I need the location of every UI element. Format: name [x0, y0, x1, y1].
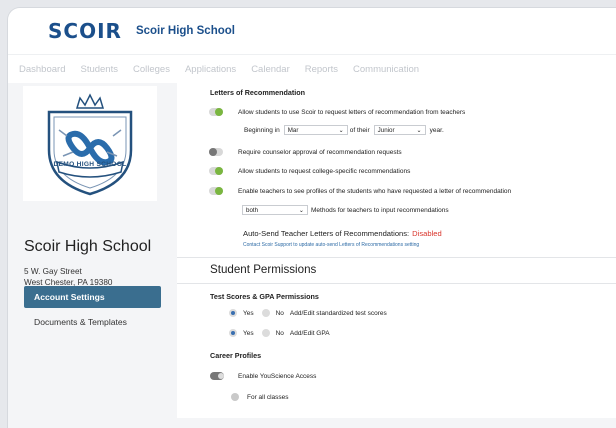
top-bar: SCOIR Scoir High School	[8, 8, 616, 54]
methods-row: both ⌄ Methods for teachers to input rec…	[242, 205, 449, 215]
auto-send-label: Auto-Send Teacher Letters of Recommendat…	[243, 229, 410, 238]
test-scores-heading: Test Scores & GPA Permissions	[210, 292, 319, 301]
school-title: Scoir High School	[24, 238, 152, 255]
nav-colleges[interactable]: Colleges	[133, 64, 170, 75]
yousci-label: Enable YouScience Access	[238, 372, 317, 380]
college-specific-label: Allow students to request college-specif…	[238, 167, 411, 175]
tests-permission-row: Yes No Add/Edit standardized test scores	[229, 309, 387, 317]
year-label: year.	[429, 126, 444, 134]
section-divider	[177, 283, 616, 284]
address-line-1: 5 W. Gay Street	[24, 267, 82, 276]
tests-yes-radio[interactable]	[229, 309, 237, 317]
gpa-permission-label: Add/Edit GPA	[289, 329, 330, 337]
require-approval-toggle[interactable]	[209, 148, 223, 156]
nav-dashboard[interactable]: Dashboard	[19, 64, 65, 75]
nav-reports[interactable]: Reports	[305, 64, 338, 75]
scoir-logo[interactable]: SCOIR	[48, 19, 122, 43]
college-specific-row: Allow students to request college-specif…	[209, 167, 410, 175]
career-profiles-heading: Career Profiles	[210, 351, 262, 360]
nav-communication[interactable]: Communication	[353, 64, 419, 75]
enable-profiles-row: Enable teachers to see profiles of the s…	[209, 187, 511, 195]
tests-yes-label: Yes	[243, 309, 254, 317]
grade-select[interactable]: Junior ⌄	[373, 125, 426, 135]
nav-calendar[interactable]: Calendar	[251, 64, 290, 75]
sidebar: DEMO HIGH SCHOOL Scoir High School 5 W. …	[8, 86, 173, 416]
account-settings-button[interactable]: Account Settings	[24, 286, 161, 308]
gpa-yes-label: Yes	[243, 329, 254, 337]
crest-icon	[47, 92, 133, 195]
tests-permission-label: Add/Edit standardized test scores	[289, 309, 387, 317]
yousci-row: Enable YouScience Access	[210, 372, 316, 380]
chevron-down-icon: ⌄	[338, 126, 344, 134]
yousci-toggle[interactable]	[210, 372, 224, 380]
enable-profiles-label: Enable teachers to see profiles of the s…	[238, 187, 512, 195]
support-link[interactable]: Contact Scoir Support to update auto-sen…	[243, 242, 419, 248]
auto-send-status: Disabled	[412, 229, 442, 238]
enable-profiles-toggle[interactable]	[209, 187, 223, 195]
all-classes-label: For all classes	[247, 393, 289, 401]
allow-use-label: Allow students to use Scoir to request l…	[238, 108, 466, 116]
beginning-label: Beginning in	[244, 126, 280, 134]
gpa-yes-radio[interactable]	[229, 329, 237, 337]
of-their-label: of their	[349, 126, 370, 134]
methods-label: Methods for teachers to input recommenda…	[311, 206, 449, 214]
crest-text: DEMO HIGH SCHOOL	[53, 161, 127, 168]
require-approval-label: Require counselor approval of recommenda…	[238, 148, 402, 156]
beginning-row: Beginning in Mar ⌄ of their Junior ⌄ yea…	[244, 125, 444, 135]
nav-students[interactable]: Students	[80, 64, 118, 75]
grade-value: Junior	[377, 126, 395, 134]
school-crest: DEMO HIGH SCHOOL	[23, 86, 157, 201]
chevron-down-icon: ⌄	[416, 126, 422, 134]
school-address: 5 W. Gay Street West Chester, PA 19380	[24, 267, 112, 288]
allow-use-toggle[interactable]	[209, 108, 223, 116]
all-classes-row: For all classes	[231, 393, 289, 401]
documents-templates-link[interactable]: Documents & Templates	[34, 317, 127, 327]
college-specific-toggle[interactable]	[209, 167, 223, 175]
month-select[interactable]: Mar ⌄	[283, 125, 348, 135]
all-classes-radio[interactable]	[231, 393, 239, 401]
gpa-no-radio[interactable]	[261, 329, 270, 337]
auto-send-row: Auto-Send Teacher Letters of Recommendat…	[243, 229, 442, 238]
chevron-down-icon: ⌄	[298, 206, 304, 214]
section-divider	[177, 257, 616, 258]
tests-no-radio[interactable]	[261, 309, 270, 317]
main-nav: Dashboard Students Colleges Applications…	[8, 54, 616, 83]
settings-panel: Letters of Recommendation Allow students…	[177, 83, 616, 418]
gpa-permission-row: Yes No Add/Edit GPA	[229, 329, 330, 337]
gpa-no-label: No	[275, 329, 284, 337]
school-name-header: Scoir High School	[135, 25, 235, 37]
methods-value: both	[246, 206, 259, 214]
tests-no-label: No	[275, 309, 284, 317]
allow-use-row: Allow students to use Scoir to request l…	[209, 108, 465, 116]
nav-applications[interactable]: Applications	[185, 64, 236, 75]
methods-select[interactable]: both ⌄	[242, 205, 308, 215]
student-permissions-heading: Student Permissions	[210, 263, 317, 276]
require-approval-row: Require counselor approval of recommenda…	[209, 148, 402, 156]
month-value: Mar	[287, 126, 299, 134]
letters-heading: Letters of Recommendation	[210, 88, 306, 97]
